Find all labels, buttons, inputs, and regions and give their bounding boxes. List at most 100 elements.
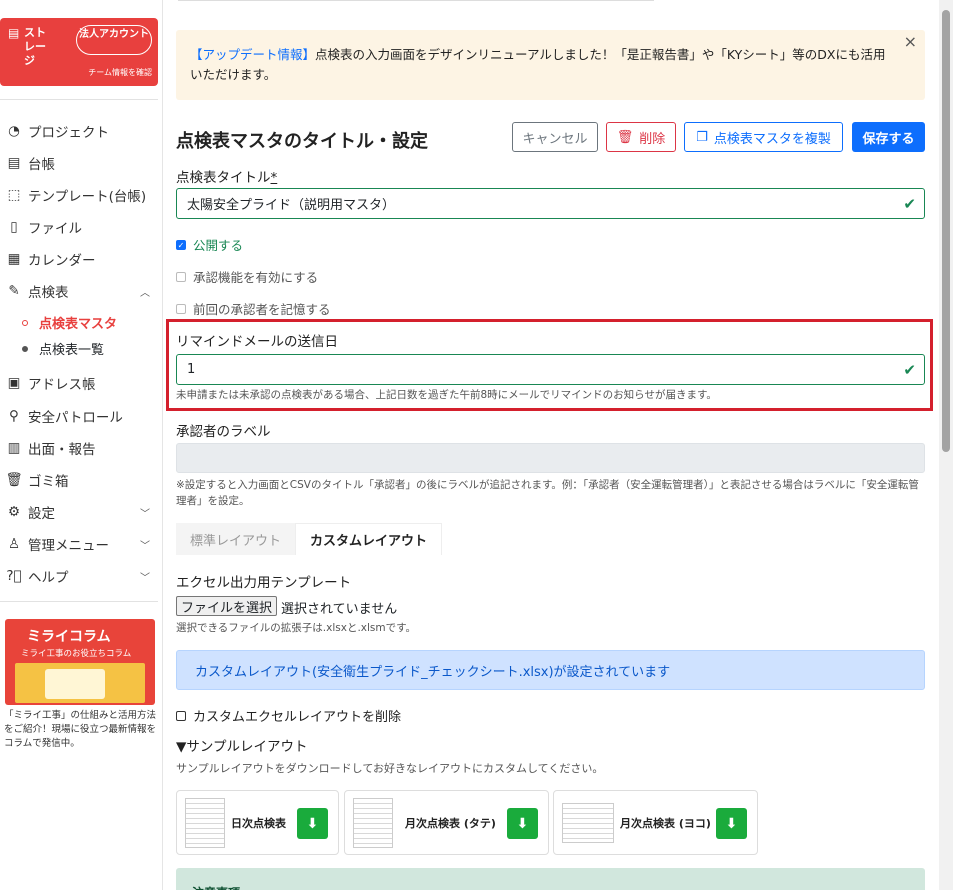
sidebar-item-trash[interactable]: 🗑 ゴミ箱 <box>5 470 154 490</box>
sidebar-item-settings[interactable]: ⚙ 設定 ﹀ <box>6 502 154 522</box>
admin-icon: ♙ <box>7 536 21 552</box>
account-pill: 法人アカウント <box>76 25 152 55</box>
check-icon: ✔ <box>903 194 916 213</box>
sidebar-subitem-checklist-list[interactable]: 点検表一覧 <box>22 339 104 358</box>
sample-help: サンプルレイアウトをダウンロードしてお好きなレイアウトにカスタムしてください。 <box>176 762 604 775</box>
save-button[interactable]: 保存する <box>852 122 925 152</box>
sample-thumbnail <box>185 797 225 848</box>
close-icon[interactable]: × <box>904 32 917 52</box>
sample-thumbnail <box>353 797 393 848</box>
publish-checkbox[interactable]: ✓ 公開する <box>176 235 243 254</box>
help-icon: ?⃝ <box>6 568 22 584</box>
layout-tabs: 標準レイアウト カスタムレイアウト <box>176 523 443 555</box>
remind-label: リマインドメールの送信日 <box>176 334 338 350</box>
remind-help: 未申請または未承認の点検表がある場合、上記日数を過ぎた午前8時にメールでリマイン… <box>176 389 717 401</box>
file-icon: ▯ <box>10 219 18 235</box>
alert-highlight: 【アップデート情報】 <box>190 47 316 62</box>
remember-approver-checkbox[interactable]: 前回の承認者を記憶する <box>176 299 331 318</box>
file-select-button[interactable]: ファイルを選択 <box>176 596 277 616</box>
title-input[interactable]: 太陽安全プライド（説明用マスタ） ✔ <box>176 188 925 219</box>
checkbox-checked-icon: ✓ <box>176 239 186 250</box>
file-help: 選択できるファイルの拡張子は.xlsxと.xlsmです。 <box>176 622 417 634</box>
checkbox-icon <box>176 710 186 721</box>
sidebar-subitem-checklist-master[interactable]: 点検表マスタ <box>22 313 117 332</box>
approver-label: 承認者のラベル <box>176 424 271 440</box>
checkbox-icon <box>176 271 186 282</box>
scrollbar[interactable] <box>939 0 953 890</box>
database-icon: ▤ <box>8 26 20 40</box>
copy-icon: ❐ <box>696 129 708 145</box>
check-icon: ✔ <box>903 360 916 379</box>
sidebar-item-template[interactable]: ⬚ テンプレート(台帳) <box>6 185 154 205</box>
bullet-icon <box>22 319 28 326</box>
bullet-icon <box>22 345 28 352</box>
file-status: 選択されていません <box>281 602 398 617</box>
required-mark: * <box>270 170 278 186</box>
storage-card[interactable]: ▤ ストレージ 法人アカウント チーム情報を確認 <box>0 18 158 86</box>
storage-label: ストレージ <box>24 26 46 67</box>
chevron-down-icon: ﹀ <box>140 540 150 552</box>
gear-icon: ⚙ <box>7 504 21 520</box>
delete-custom-checkbox[interactable]: カスタムエクセルレイアウトを削除 <box>176 706 401 725</box>
sidebar-item-calendar[interactable]: ▦ カレンダー <box>6 249 154 269</box>
excel-template-label: エクセル出力用テンプレート <box>176 575 352 591</box>
divider <box>0 601 158 602</box>
patrol-icon: ⚲ <box>9 408 19 424</box>
banner-image-card <box>45 669 105 699</box>
ledger-icon: ▤ <box>7 155 21 171</box>
duplicate-button[interactable]: ❐ 点検表マスタを複製 <box>684 122 843 152</box>
template-icon: ⬚ <box>7 187 21 203</box>
project-icon: ◔ <box>8 123 20 139</box>
report-icon: ▥ <box>7 440 21 456</box>
checkbox-icon <box>176 303 186 314</box>
chevron-down-icon: ﹀ <box>140 572 150 584</box>
banner-title: ミライコラム <box>27 629 111 645</box>
sample-heading: ▼サンプルレイアウト <box>176 739 308 755</box>
sidebar-item-address-book[interactable]: ▣ アドレス帳 <box>6 373 154 393</box>
checklist-icon: ✎ <box>8 283 20 299</box>
sidebar-item-help[interactable]: ?⃝ ヘルプ ﹀ <box>6 566 154 586</box>
remind-days-input[interactable]: 1 ✔ <box>176 354 925 385</box>
banner-subtitle: ミライ工事のお役立ちコラム <box>21 649 132 659</box>
delete-button[interactable]: 🗑 削除 <box>606 122 676 152</box>
download-icon[interactable]: ⬇ <box>716 808 747 839</box>
address-book-icon: ▣ <box>7 375 21 391</box>
page-title: 点検表マスタのタイトル・設定 <box>176 131 428 152</box>
sidebar-item-patrol[interactable]: ⚲ 安全パトロール <box>6 406 154 426</box>
notice-box: 注意事項 <box>176 868 925 890</box>
sample-card-daily: 日次点検表 ⬇ <box>176 790 339 855</box>
scrollbar-thumb[interactable] <box>942 10 950 452</box>
sample-card-monthly-landscape: 月次点検表 (ヨコ) ⬇ <box>553 790 758 855</box>
approver-label-input[interactable] <box>176 443 925 473</box>
trash-icon: 🗑 <box>5 472 23 488</box>
calendar-icon: ▦ <box>7 251 21 267</box>
column-banner[interactable]: ミライコラム ミライ工事のお役立ちコラム <box>5 619 155 705</box>
trash-icon: 🗑 <box>616 129 634 145</box>
cancel-button[interactable]: キャンセル <box>512 122 598 152</box>
top-divider <box>178 0 654 4</box>
approval-checkbox[interactable]: 承認機能を有効にする <box>176 267 318 286</box>
sidebar-item-file[interactable]: ▯ ファイル <box>6 217 154 237</box>
custom-layout-info: カスタムレイアウト(安全衛生プライド_チェックシート.xlsx)が設定されていま… <box>176 650 925 690</box>
team-info-link[interactable]: チーム情報を確認 <box>88 67 152 78</box>
main-content: 【アップデート情報】点検表の入力画面をデザインリニューアルしました！「是正報告書… <box>163 0 939 890</box>
sample-thumbnail <box>562 802 614 843</box>
divider <box>0 99 158 100</box>
banner-description: 「ミライ工事」の仕組みと活用方法をご紹介！現場に役立つ最新情報をコラムで発信中。 <box>4 710 157 749</box>
sidebar-item-admin[interactable]: ♙ 管理メニュー ﹀ <box>6 534 154 554</box>
download-icon[interactable]: ⬇ <box>297 808 328 839</box>
download-icon[interactable]: ⬇ <box>507 808 538 839</box>
sidebar-item-checklist[interactable]: ✎ 点検表 ︿ <box>6 281 154 301</box>
tab-standard-layout[interactable]: 標準レイアウト <box>176 523 296 555</box>
sidebar-item-report[interactable]: ▥ 出面・報告 <box>6 438 154 458</box>
title-label: 点検表タイトル* <box>176 170 278 186</box>
sidebar-item-project[interactable]: ◔ プロジェクト <box>6 121 154 141</box>
sample-card-monthly-portrait: 月次点検表 (タテ) ⬇ <box>344 790 549 855</box>
chevron-up-icon: ︿ <box>140 287 150 299</box>
update-alert: 【アップデート情報】点検表の入力画面をデザインリニューアルしました！「是正報告書… <box>176 30 925 100</box>
tab-custom-layout[interactable]: カスタムレイアウト <box>295 523 443 555</box>
sidebar: ▤ ストレージ 法人アカウント チーム情報を確認 ◔ プロジェクト ▤ 台帳 ⬚ テン… <box>0 0 163 890</box>
sidebar-item-ledger[interactable]: ▤ 台帳 <box>6 153 154 173</box>
approver-help: ※設定すると入力画面とCSVのタイトル「承認者」の後にラベルが追記されます。例：… <box>176 479 919 507</box>
chevron-down-icon: ﹀ <box>140 508 150 520</box>
